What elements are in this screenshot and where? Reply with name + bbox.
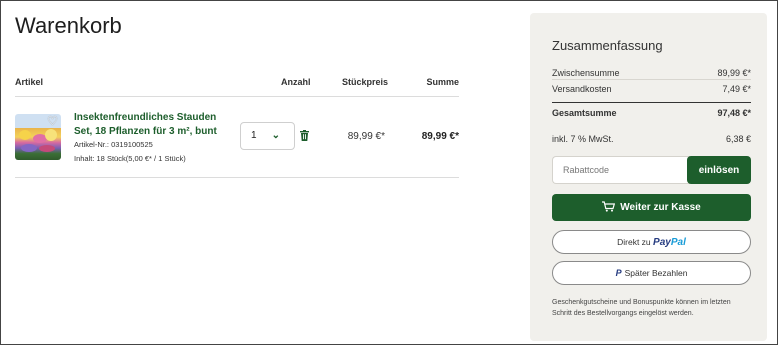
summary-title: Zusammenfassung <box>552 38 663 53</box>
subtotal-label: Zwischensumme <box>552 68 620 78</box>
summary-divider <box>552 79 751 80</box>
subtotal-value: 89,99 €* <box>717 68 751 78</box>
coupon-input[interactable] <box>552 156 690 184</box>
total-value: 97,48 €* <box>717 108 751 118</box>
paypal-icon: P <box>615 268 622 278</box>
chevron-down-icon: ⌄ <box>271 130 280 141</box>
heart-icon[interactable]: ♡ <box>46 115 59 127</box>
vat-label: inkl. 7 % MwSt. <box>552 134 614 144</box>
header-stueckpreis: Stückpreis <box>342 77 389 87</box>
cart-table-header: Artikel Anzahl Stückpreis Summe <box>15 77 459 91</box>
voucher-note: Geschenkgutscheine und Bonuspunkte könne… <box>552 299 731 317</box>
product-content-info: Inhalt: 18 Stück(5,00 €* / 1 Stück) <box>74 154 186 163</box>
checkout-label: Weiter zur Kasse <box>620 202 701 213</box>
shipping-label: Versandkosten <box>552 84 612 94</box>
trash-icon[interactable] <box>300 130 309 141</box>
page-title: Warenkorb <box>15 13 122 38</box>
header-summe: Summe <box>426 77 459 87</box>
checkout-button[interactable]: Weiter zur Kasse <box>552 194 751 221</box>
unit-price: 89,99 €* <box>347 131 385 142</box>
paypal-prefix: Direkt zu <box>617 237 651 247</box>
cart-icon <box>602 201 616 212</box>
header-artikel: Artikel <box>15 77 44 87</box>
shipping-value: 7,49 €* <box>722 84 751 94</box>
header-divider <box>15 96 459 97</box>
paypal-logo: PayPal <box>653 237 686 248</box>
paypal-later-button[interactable]: P Später Bezahlen <box>552 261 751 285</box>
item-divider <box>15 177 459 178</box>
quantity-value: 1 <box>251 130 257 141</box>
line-total: 89,99 €* <box>421 131 459 142</box>
vat-value: 6,38 € <box>725 134 751 144</box>
total-label: Gesamtsumme <box>552 108 617 118</box>
order-summary-panel: Zusammenfassung Zwischensumme 89,99 €* V… <box>530 13 767 341</box>
total-divider <box>552 102 751 103</box>
paypal-direct-button[interactable]: Direkt zu PayPal <box>552 230 751 254</box>
product-sku: Artikel-Nr.: 0319100525 <box>74 140 153 149</box>
coupon-redeem-button[interactable]: einlösen <box>687 156 751 184</box>
product-name-link[interactable]: Insektenfreundliches Stauden Set, 18 Pfl… <box>74 111 234 139</box>
header-anzahl: Anzahl <box>281 77 311 87</box>
quantity-select[interactable]: 1 ⌄ <box>240 122 295 150</box>
paylater-label: Später Bezahlen <box>624 268 688 278</box>
